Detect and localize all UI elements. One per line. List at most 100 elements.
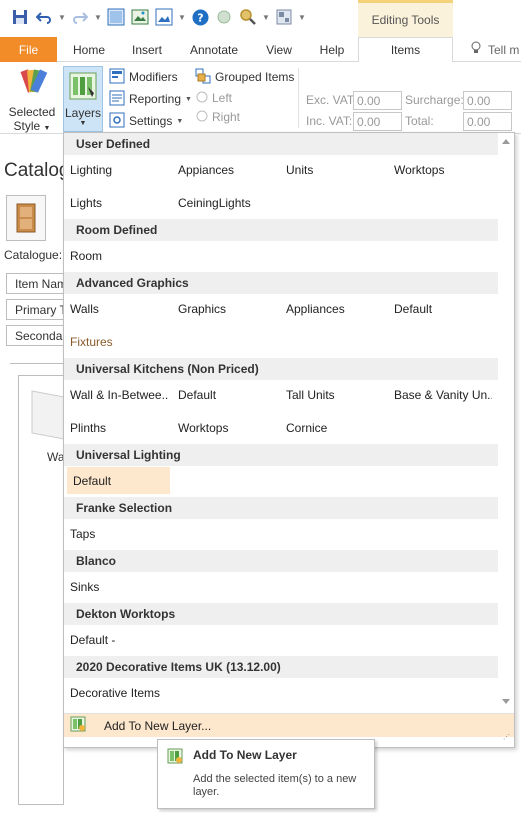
tab-annotate[interactable]: Annotate	[180, 37, 248, 62]
layer-item[interactable]: Default	[172, 381, 276, 408]
image-icon[interactable]	[130, 7, 150, 27]
layer-item[interactable]: CeiningLights	[172, 189, 276, 216]
layer-item[interactable]: Decorative Items	[64, 679, 168, 706]
layers-dropdown-icon: ▼	[79, 120, 87, 127]
primary-type-field[interactable]: Primary Typ	[6, 299, 64, 320]
radio-right-icon	[196, 110, 208, 125]
tell-me-search[interactable]: Tell m	[470, 37, 519, 62]
modifiers-icon	[109, 68, 125, 87]
align-right-radio[interactable]: Right	[196, 107, 240, 127]
layers-label: Layers	[64, 106, 102, 120]
tab-items[interactable]: Items	[358, 37, 453, 63]
svg-text:?: ?	[197, 11, 203, 24]
catalogue-title: Catalog	[4, 160, 70, 181]
layer-item[interactable]: Appliances	[280, 295, 384, 322]
layers-list: User Defined Lighting Appiances Units Wo…	[64, 133, 498, 711]
layer-item[interactable]: Worktops	[172, 414, 276, 441]
dropdown-scrollbar[interactable]	[498, 133, 514, 711]
group-header: Franke Selection	[64, 497, 498, 519]
layer-item[interactable]: Default -	[64, 626, 168, 653]
layer-item[interactable]: Worktops	[388, 156, 492, 183]
layer-item[interactable]: Appiances	[172, 156, 276, 183]
undo-dropdown-icon[interactable]: ▼	[58, 7, 66, 27]
grouped-items-button[interactable]: Grouped Items	[195, 67, 294, 87]
picture-dropdown-icon[interactable]: ▼	[178, 7, 186, 27]
catalogue-label: Catalogue:	[4, 248, 63, 262]
group-header: Advanced Graphics	[64, 272, 498, 294]
redo-icon[interactable]	[70, 7, 90, 27]
selected-style-button[interactable]: Selected Style ▼	[4, 66, 60, 133]
left-label: Left	[212, 91, 233, 105]
layer-item[interactable]: Fixtures	[64, 328, 168, 355]
layer-item[interactable]: Default	[388, 295, 492, 322]
settings-button[interactable]: Settings ▼	[109, 111, 183, 131]
settings-icon	[109, 112, 125, 131]
tooltip-body: Add the selected item(s) to a new layer.	[193, 773, 357, 798]
layer-item[interactable]: Tall Units	[280, 381, 384, 408]
tab-view[interactable]: View	[254, 37, 304, 62]
selected-style-label-1: Selected	[8, 105, 56, 119]
total-field[interactable]: 0.00	[463, 112, 512, 131]
exc-vat-field[interactable]: 0.00	[353, 91, 402, 110]
tab-help[interactable]: Help	[308, 37, 356, 62]
scroll-down-icon[interactable]	[502, 699, 510, 704]
layer-item[interactable]: Base & Vanity Un...	[388, 381, 492, 408]
zoom-dropdown-icon[interactable]: ▼	[262, 7, 270, 27]
secondary-type-field[interactable]: Secondary T	[6, 325, 64, 346]
customize-toolbar-icon[interactable]: ▼	[298, 7, 306, 27]
catalogue-thumbnail[interactable]	[6, 195, 46, 241]
picture-frame-icon[interactable]	[154, 7, 174, 27]
screen-icon[interactable]	[106, 7, 126, 27]
tab-insert[interactable]: Insert	[120, 37, 174, 62]
modifiers-button[interactable]: Modifiers	[109, 67, 178, 87]
add-to-new-layer-button[interactable]: Add To New Layer...	[64, 713, 514, 737]
circle-icon[interactable]	[214, 7, 234, 27]
layer-item[interactable]: Room	[64, 242, 168, 269]
group-header: Room Defined	[64, 219, 498, 241]
radio-left-icon	[196, 91, 208, 106]
resize-grip-icon[interactable]: ⋰	[503, 734, 511, 744]
help-icon[interactable]: ?	[190, 7, 210, 27]
modifiers-label: Modifiers	[129, 70, 178, 84]
layer-item[interactable]: Sinks	[64, 573, 168, 600]
ribbon-separator	[298, 68, 299, 128]
contextual-tab-header: Editing Tools	[358, 0, 453, 37]
splitter-line	[10, 363, 64, 364]
inc-vat-field[interactable]: 0.00	[353, 112, 402, 131]
reporting-dropdown-icon: ▼	[185, 95, 192, 103]
tooltip: Add To New Layer Add the selected item(s…	[157, 739, 375, 809]
layers-icon	[68, 71, 98, 104]
layer-item[interactable]: Wall & In-Betwee...	[64, 381, 168, 408]
reporting-label: Reporting	[129, 92, 182, 106]
settings-label: Settings	[129, 114, 173, 128]
layer-item[interactable]: Graphics	[172, 295, 276, 322]
reporting-button[interactable]: Reporting ▼	[109, 89, 192, 109]
layers-button[interactable]: Layers ▼	[63, 66, 103, 132]
save-icon[interactable]	[10, 7, 30, 27]
print-layout-icon[interactable]	[274, 7, 294, 27]
layer-item[interactable]: Lighting	[64, 156, 168, 183]
new-layer-icon	[70, 716, 86, 735]
tab-file[interactable]: File	[0, 37, 57, 62]
layer-item[interactable]: Walls	[64, 295, 168, 322]
layer-item[interactable]: Taps	[64, 520, 168, 547]
layer-item[interactable]: Plinths	[64, 414, 168, 441]
lightbulb-icon	[470, 41, 482, 58]
align-left-radio[interactable]: Left	[196, 88, 232, 108]
layer-item[interactable]: Lights	[64, 189, 168, 216]
redo-dropdown-icon[interactable]: ▼	[94, 7, 102, 27]
layer-item-selected[interactable]: Default	[67, 467, 170, 494]
group-header: Dekton Worktops	[64, 603, 498, 625]
ribbon-tabs: File Home Insert Annotate View Help Item…	[0, 37, 521, 63]
item-name-field[interactable]: Item Name	[6, 273, 64, 294]
inc-vat-label: Inc. VAT:	[306, 114, 353, 128]
wall-thumbnail-icon	[30, 387, 65, 440]
layer-item[interactable]: Cornice	[280, 414, 384, 441]
layer-item[interactable]: Units	[280, 156, 384, 183]
group-header: Universal Kitchens (Non Priced)	[64, 358, 498, 380]
undo-icon[interactable]	[34, 7, 54, 27]
scroll-up-icon[interactable]	[502, 139, 510, 144]
zoom-icon[interactable]	[238, 7, 258, 27]
tab-home[interactable]: Home	[62, 37, 116, 62]
surcharge-field[interactable]: 0.00	[463, 91, 512, 110]
